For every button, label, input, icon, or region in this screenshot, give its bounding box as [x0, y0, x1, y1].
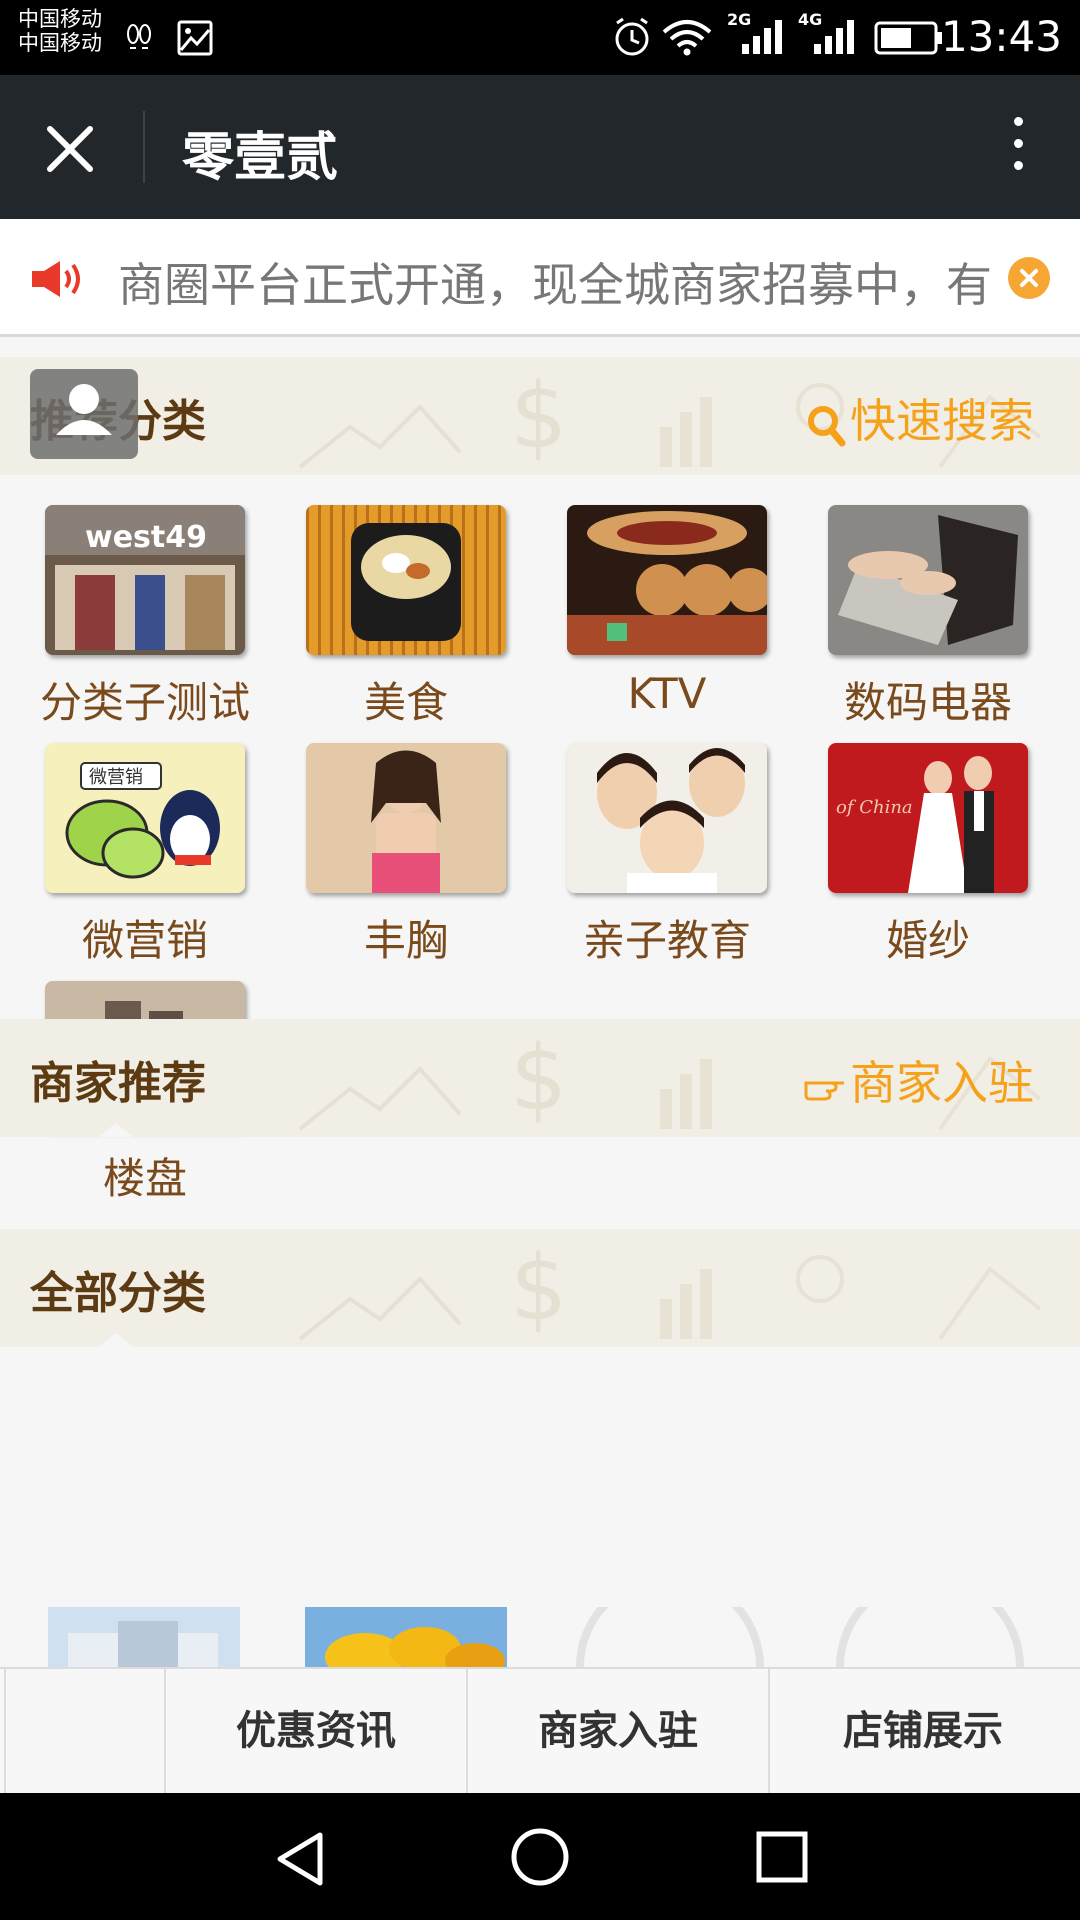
- parent-child-photo-icon: [567, 743, 767, 893]
- hospital-photo-icon[interactable]: [48, 1607, 240, 1667]
- speaker-icon: [32, 261, 80, 297]
- category-label: 丰胸: [363, 916, 448, 965]
- notice-bar[interactable]: 商圈平台正式开通，现全城商家招募中，有: [0, 219, 1080, 337]
- signal-2g-icon: [742, 20, 782, 54]
- battery-icon: [874, 21, 942, 55]
- category-label: 婚纱: [885, 916, 970, 965]
- merchant-join-label: 商家入驻: [850, 1056, 1034, 1110]
- tab-store-showcase[interactable]: 店铺展示: [768, 1669, 1076, 1793]
- category-label: 楼盘: [102, 1154, 187, 1203]
- circle-placeholder-icon[interactable]: [830, 1607, 1030, 1667]
- more-dot-icon: [1013, 117, 1023, 126]
- footprint-icon: [127, 24, 151, 49]
- all-categories-row: [0, 1607, 1080, 1667]
- category-item[interactable]: of China 婚纱: [823, 743, 1033, 968]
- all-categories-section-header: $ 全部分类: [0, 1229, 1080, 1347]
- quick-search-link[interactable]: 快速搜索: [806, 385, 1034, 451]
- main-content[interactable]: 商圈平台正式开通，现全城商家招募中，有 $ 推荐分类 快速搜索: [0, 219, 1080, 1667]
- flower-photo-icon[interactable]: [305, 1607, 507, 1667]
- svg-text:$: $: [510, 1026, 567, 1131]
- recents-icon[interactable]: [754, 1829, 810, 1885]
- svg-text:of China: of China: [836, 797, 913, 818]
- avatar[interactable]: [30, 369, 138, 459]
- wedding-photo-icon: of China: [828, 743, 1028, 893]
- signal-4g-icon: [814, 20, 854, 54]
- wechat-qq-photo-icon: 微营销: [45, 743, 245, 893]
- app-header: 零壹贰: [0, 75, 1080, 219]
- image-notification-icon: [177, 20, 213, 56]
- home-icon[interactable]: [510, 1827, 570, 1887]
- tab-promotions[interactable]: 优惠资讯: [164, 1669, 466, 1793]
- clock: 13:43: [940, 12, 1062, 61]
- category-label: KTV: [627, 669, 707, 718]
- search-icon: [808, 405, 846, 446]
- category-label: 亲子教育: [582, 916, 751, 965]
- svg-text:$: $: [510, 364, 567, 469]
- merchant-join-link[interactable]: 商家入驻: [802, 1047, 1034, 1113]
- more-menu-button[interactable]: [1006, 117, 1030, 177]
- category-label: 分类子测试: [40, 678, 251, 727]
- tab-empty[interactable]: [4, 1669, 164, 1793]
- category-item[interactable]: 数码电器: [823, 505, 1033, 730]
- noodle-bowl-photo-icon: [306, 505, 506, 655]
- svg-text:微营销: 微营销: [89, 767, 143, 788]
- notice-close-icon[interactable]: [1008, 257, 1050, 299]
- category-item[interactable]: 微营销 微营销: [40, 743, 250, 968]
- laptop-photo-icon: [828, 505, 1028, 655]
- header-divider: [143, 111, 145, 183]
- status-bar: 中国移动 中国移动 2G 4G 13:43: [0, 0, 1080, 75]
- all-categories-section-title: 全部分类: [30, 1268, 206, 1319]
- svg-text:west49: west49: [85, 520, 207, 555]
- circle-placeholder-icon[interactable]: [570, 1607, 770, 1667]
- bottom-tab-bar: 优惠资讯 商家入驻 店铺展示: [0, 1667, 1080, 1793]
- merchants-section-title: 商家推荐: [30, 1058, 206, 1109]
- notice-text: 商圈平台正式开通，现全城商家招募中，有: [118, 258, 992, 312]
- close-icon[interactable]: [40, 119, 100, 179]
- category-item[interactable]: KTV: [562, 505, 772, 718]
- user-icon: [56, 384, 112, 435]
- category-item[interactable]: 丰胸: [301, 743, 511, 968]
- system-nav-bar: [0, 1793, 1080, 1920]
- carrier-info: 中国移动 中国移动: [18, 4, 102, 58]
- svg-text:$: $: [510, 1236, 567, 1341]
- ktv-room-photo-icon: [567, 505, 767, 655]
- category-label: 数码电器: [843, 678, 1012, 727]
- more-dot-icon: [1013, 139, 1023, 148]
- tab-merchant-join[interactable]: 商家入驻: [466, 1669, 768, 1793]
- wifi-icon: [662, 20, 712, 56]
- category-label: 美食: [363, 678, 448, 727]
- section-pointer: [98, 1333, 134, 1347]
- recommended-section-header: $ 推荐分类 快速搜索: [0, 357, 1080, 475]
- category-item[interactable]: west49 分类子测试: [40, 505, 250, 730]
- pointing-hand-icon: [804, 1081, 844, 1100]
- page-title: 零壹贰: [182, 128, 339, 188]
- carrier-2: 中国移动: [18, 31, 102, 55]
- more-dot-icon: [1013, 161, 1023, 170]
- quick-search-label: 快速搜索: [850, 394, 1034, 448]
- woman-photo-icon: [306, 743, 506, 893]
- merchants-section-header: $ 商家推荐 商家入驻: [0, 1019, 1080, 1137]
- alarm-icon: [615, 17, 649, 56]
- storefront-photo-icon: west49: [45, 505, 245, 655]
- section-pointer: [98, 1123, 134, 1137]
- category-item[interactable]: 亲子教育: [562, 743, 772, 968]
- back-icon[interactable]: [272, 1829, 328, 1889]
- category-item[interactable]: 美食: [301, 505, 511, 730]
- category-label: 微营销: [81, 916, 208, 965]
